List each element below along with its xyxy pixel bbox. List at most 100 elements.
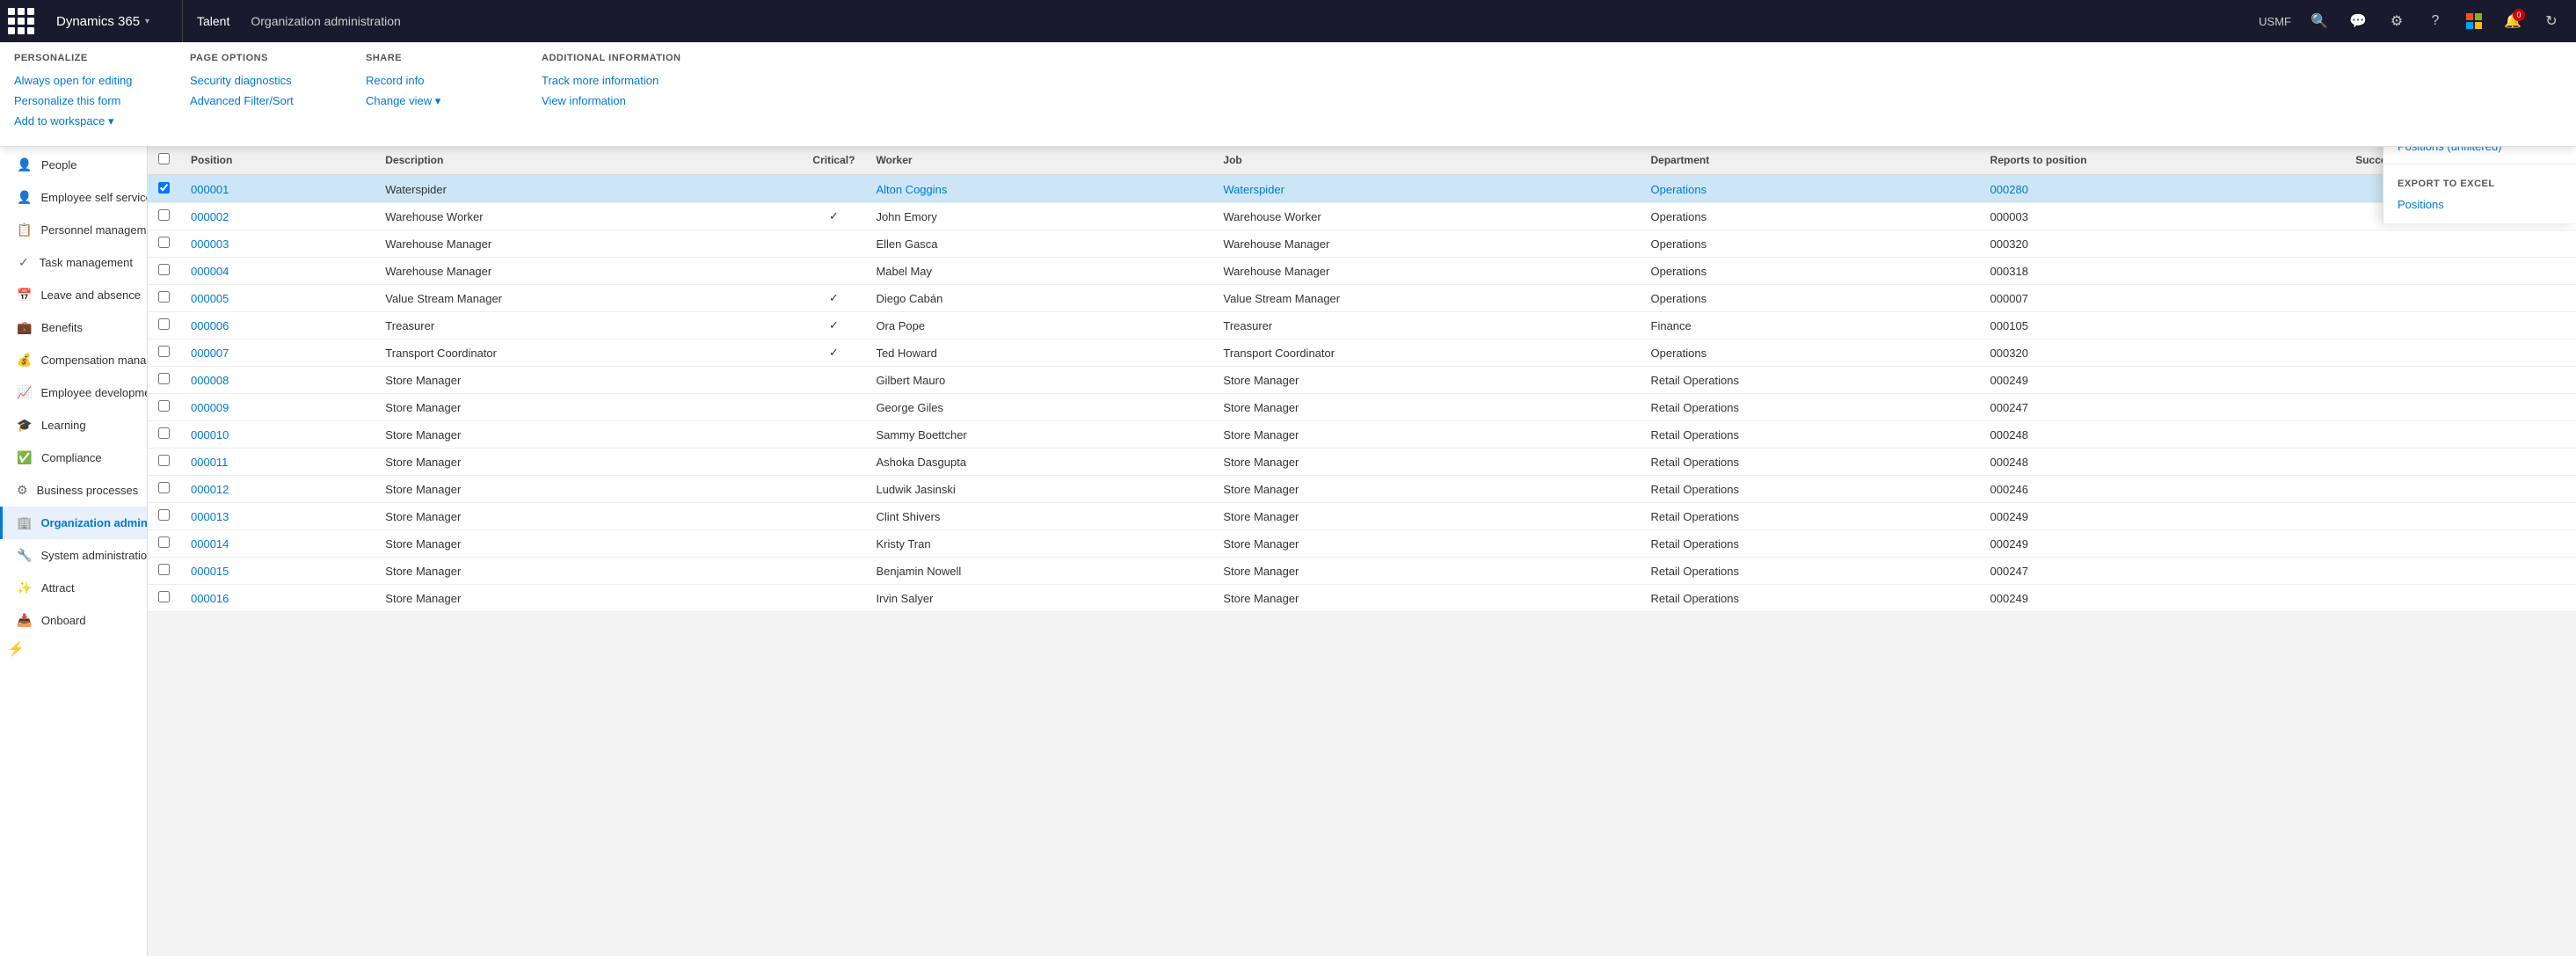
sidebar-item-compensation-management[interactable]: 💰Compensation management bbox=[0, 344, 147, 376]
row-checkbox[interactable] bbox=[158, 400, 170, 412]
table-row[interactable]: 000012Store ManagerLudwik JasinskiStore … bbox=[148, 476, 2576, 503]
cell-position-7[interactable]: 000008 bbox=[180, 367, 375, 394]
table-row[interactable]: 000014Store ManagerKristy TranStore Mana… bbox=[148, 530, 2576, 558]
cell-position-14[interactable]: 000015 bbox=[180, 558, 375, 585]
row-checkbox-1[interactable] bbox=[148, 203, 180, 230]
cell-position-2[interactable]: 000003 bbox=[180, 230, 375, 258]
row-checkbox[interactable] bbox=[158, 346, 170, 357]
cell-position-5[interactable]: 000006 bbox=[180, 312, 375, 339]
settings-icon-btn[interactable]: ⚙ bbox=[2379, 4, 2414, 39]
cell-department-0[interactable]: Operations bbox=[1641, 175, 1980, 203]
apps-button[interactable] bbox=[0, 0, 42, 42]
table-row[interactable]: 000015Store ManagerBenjamin NowellStore … bbox=[148, 558, 2576, 585]
row-checkbox-10[interactable] bbox=[148, 449, 180, 476]
dropdown-item-record-info[interactable]: Record info bbox=[366, 70, 506, 91]
table-row[interactable]: 000016Store ManagerIrvin SalyerStore Man… bbox=[148, 585, 2576, 612]
table-row[interactable]: 000002Warehouse Worker✓John EmoryWarehou… bbox=[148, 203, 2576, 230]
cell-position-3[interactable]: 000004 bbox=[180, 258, 375, 285]
sidebar-item-people[interactable]: 👤People bbox=[0, 149, 147, 181]
table-row[interactable]: 000011Store ManagerAshoka DasguptaStore … bbox=[148, 449, 2576, 476]
sidebar-filter-icon[interactable]: ⚡ bbox=[0, 637, 32, 661]
row-checkbox-7[interactable] bbox=[148, 367, 180, 394]
search-icon-btn[interactable]: 🔍 bbox=[2302, 4, 2337, 39]
col-select[interactable] bbox=[148, 146, 180, 175]
dropdown-item-advanced-filter/sort[interactable]: Advanced Filter/Sort bbox=[190, 91, 331, 111]
table-row[interactable]: 000004Warehouse ManagerMabel MayWarehous… bbox=[148, 258, 2576, 285]
row-checkbox-13[interactable] bbox=[148, 530, 180, 558]
table-row[interactable]: 000009Store ManagerGeorge GilesStore Man… bbox=[148, 394, 2576, 421]
dropdown-item-add-to-workspace[interactable]: Add to workspace ▾ bbox=[14, 111, 155, 132]
table-row[interactable]: 000010Store ManagerSammy BoettcherStore … bbox=[148, 421, 2576, 449]
row-checkbox-15[interactable] bbox=[148, 585, 180, 612]
sidebar-item-compliance[interactable]: ✅Compliance bbox=[0, 442, 147, 474]
cell-position-13[interactable]: 000014 bbox=[180, 530, 375, 558]
col-header-worker[interactable]: Worker bbox=[865, 146, 1212, 175]
office-apps-icon-btn[interactable] bbox=[2456, 4, 2492, 39]
notification-icon-btn[interactable]: 🔔0 bbox=[2495, 4, 2530, 39]
cell-position-15[interactable]: 000016 bbox=[180, 585, 375, 612]
sidebar-item-benefits[interactable]: 💼Benefits bbox=[0, 311, 147, 344]
col-header-reports-to[interactable]: Reports to position bbox=[1980, 146, 2346, 175]
row-checkbox[interactable] bbox=[158, 291, 170, 303]
row-checkbox[interactable] bbox=[158, 455, 170, 466]
export-item-0[interactable]: Positions bbox=[2383, 193, 2576, 216]
cell-position-11[interactable]: 000012 bbox=[180, 476, 375, 503]
sidebar-item-employee-development[interactable]: 📈Employee development bbox=[0, 376, 147, 409]
row-checkbox[interactable] bbox=[158, 564, 170, 575]
dropdown-item-personalize-this-form[interactable]: Personalize this form bbox=[14, 91, 155, 111]
col-header-department[interactable]: Department bbox=[1641, 146, 1980, 175]
sidebar-item-business-processes[interactable]: ⚙Business processes bbox=[0, 474, 147, 507]
col-header-description[interactable]: Description bbox=[375, 146, 802, 175]
cell-position-0[interactable]: 000001 bbox=[180, 175, 375, 203]
brand-dropdown-arrow[interactable]: ▾ bbox=[145, 17, 149, 26]
cell-position-8[interactable]: 000009 bbox=[180, 394, 375, 421]
row-checkbox[interactable] bbox=[158, 482, 170, 493]
help-icon-btn[interactable]: ? bbox=[2418, 4, 2453, 39]
row-checkbox[interactable] bbox=[158, 536, 170, 548]
row-checkbox-3[interactable] bbox=[148, 258, 180, 285]
row-checkbox[interactable] bbox=[158, 209, 170, 221]
row-checkbox-2[interactable] bbox=[148, 230, 180, 258]
row-checkbox[interactable] bbox=[158, 182, 170, 193]
cell-position-1[interactable]: 000002 bbox=[180, 203, 375, 230]
chat-icon-btn[interactable]: 💬 bbox=[2340, 4, 2376, 39]
col-header-position[interactable]: Position bbox=[180, 146, 375, 175]
dropdown-item-change-view[interactable]: Change view ▾ bbox=[366, 91, 506, 112]
sidebar-item-personnel-management[interactable]: 📋Personnel management bbox=[0, 214, 147, 246]
table-row[interactable]: 000001WaterspiderAlton CogginsWaterspide… bbox=[148, 175, 2576, 203]
cell-position-12[interactable]: 000013 bbox=[180, 503, 375, 530]
cell-position-9[interactable]: 000010 bbox=[180, 421, 375, 449]
row-checkbox-6[interactable] bbox=[148, 339, 180, 367]
sidebar-item-organization-administration[interactable]: 🏢Organization administration bbox=[0, 507, 147, 539]
row-checkbox[interactable] bbox=[158, 427, 170, 439]
row-checkbox[interactable] bbox=[158, 509, 170, 521]
sidebar-item-attract[interactable]: ✨Attract bbox=[0, 572, 147, 604]
cell-position-6[interactable]: 000007 bbox=[180, 339, 375, 367]
sidebar-item-learning[interactable]: 🎓Learning bbox=[0, 409, 147, 442]
cell-position-10[interactable]: 000011 bbox=[180, 449, 375, 476]
cell-position-4[interactable]: 000005 bbox=[180, 285, 375, 312]
row-checkbox-0[interactable] bbox=[148, 175, 180, 203]
sidebar-item-task-management[interactable]: ✓Task management bbox=[0, 246, 147, 279]
row-checkbox[interactable] bbox=[158, 591, 170, 602]
dropdown-item-track-more-information[interactable]: Track more information bbox=[542, 70, 682, 91]
col-header-job[interactable]: Job bbox=[1212, 146, 1640, 175]
row-checkbox[interactable] bbox=[158, 264, 170, 275]
sidebar-item-system-administration[interactable]: 🔧System administration bbox=[0, 539, 147, 572]
row-checkbox-8[interactable] bbox=[148, 394, 180, 421]
row-checkbox-14[interactable] bbox=[148, 558, 180, 585]
dropdown-item-always-open-for-editing[interactable]: Always open for editing bbox=[14, 70, 155, 91]
table-row[interactable]: 000008Store ManagerGilbert MauroStore Ma… bbox=[148, 367, 2576, 394]
row-checkbox-5[interactable] bbox=[148, 312, 180, 339]
cell-reports-to-0[interactable]: 000280 bbox=[1980, 175, 2346, 203]
row-checkbox[interactable] bbox=[158, 373, 170, 384]
table-row[interactable]: 000005Value Stream Manager✓Diego CabánVa… bbox=[148, 285, 2576, 312]
row-checkbox[interactable] bbox=[158, 237, 170, 248]
sidebar-item-onboard[interactable]: 📥Onboard bbox=[0, 604, 147, 637]
refresh-icon-btn[interactable]: ↻ bbox=[2534, 4, 2569, 39]
sidebar-item-leave-and-absence[interactable]: 📅Leave and absence bbox=[0, 279, 147, 311]
row-checkbox-11[interactable] bbox=[148, 476, 180, 503]
table-row[interactable]: 000003Warehouse ManagerEllen GascaWareho… bbox=[148, 230, 2576, 258]
row-checkbox[interactable] bbox=[158, 318, 170, 330]
table-row[interactable]: 000007Transport Coordinator✓Ted HowardTr… bbox=[148, 339, 2576, 367]
